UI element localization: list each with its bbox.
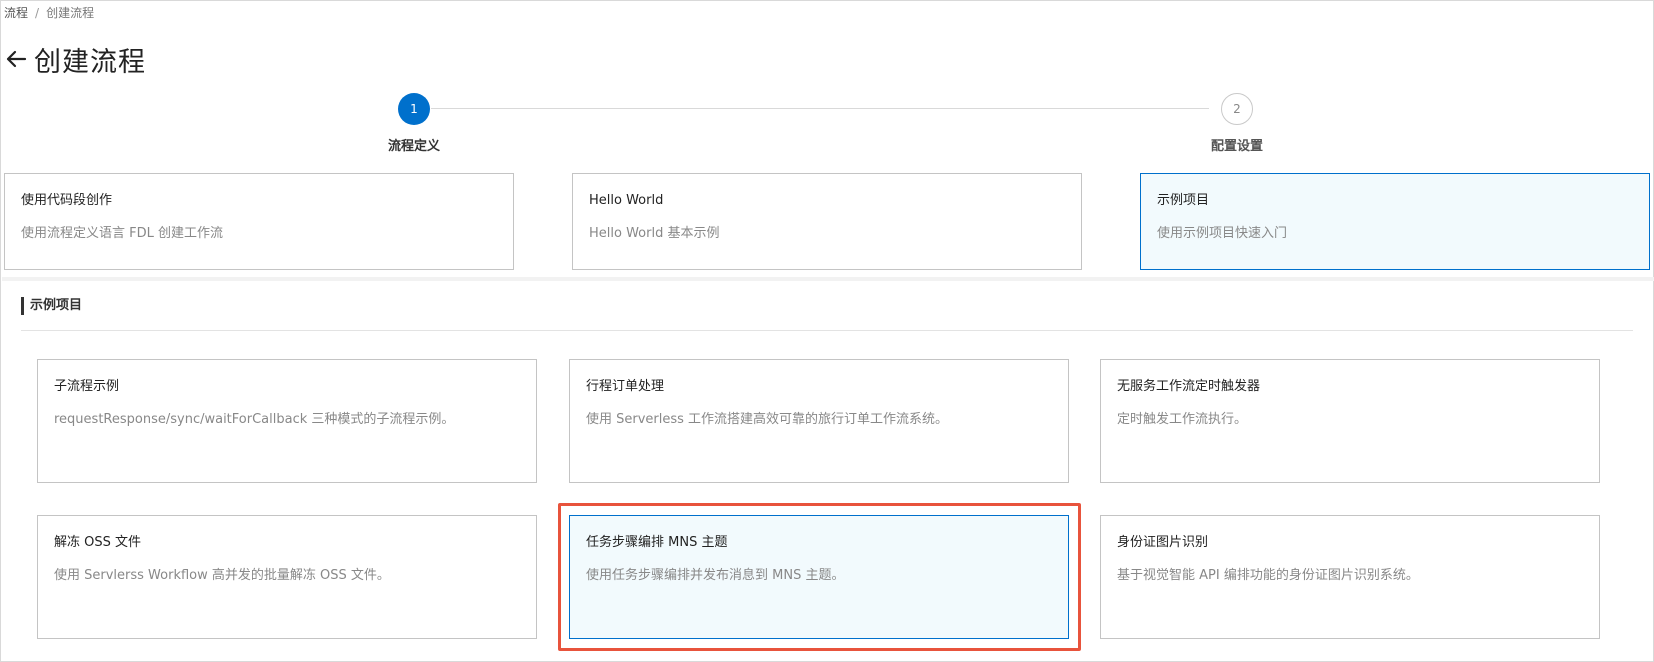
step-2: 2 配置设置 bbox=[1177, 93, 1297, 154]
card-description: requestResponse/sync/waitForCallback 三种模… bbox=[54, 412, 455, 427]
step-number-circle: 2 bbox=[1221, 93, 1253, 125]
section-divider bbox=[21, 330, 1633, 331]
example-card-id-card-recognition[interactable]: 身份证图片识别 基于视觉智能 API 编排功能的身份证图片识别系统。 bbox=[1100, 515, 1600, 639]
breadcrumb-link-flow[interactable]: 流程 bbox=[4, 6, 28, 20]
example-card-timer-trigger[interactable]: 无服务工作流定时触发器 定时触发工作流执行。 bbox=[1100, 359, 1600, 483]
page-frame: 流程 / 创建流程 创建流程 1 流程定义 2 配置设置 使用代码段创作 使用流程定… bbox=[0, 0, 1654, 662]
example-card-trip-order[interactable]: 行程订单处理 使用 Serverless 工作流搭建高效可靠的旅行订单工作流系统… bbox=[569, 359, 1069, 483]
card-description: 基于视觉智能 API 编排功能的身份证图片识别系统。 bbox=[1117, 568, 1419, 583]
card-title: 身份证图片识别 bbox=[1117, 535, 1209, 550]
option-card-sample-project[interactable]: 示例项目 使用示例项目快速入门 bbox=[1140, 173, 1650, 270]
card-description: 使用示例项目快速入门 bbox=[1157, 226, 1288, 241]
steps-connector-line bbox=[431, 108, 1209, 109]
example-card-subflow[interactable]: 子流程示例 requestResponse/sync/waitForCallba… bbox=[37, 359, 537, 483]
title-row: 创建流程 bbox=[4, 39, 146, 79]
card-title: 使用代码段创作 bbox=[21, 193, 113, 208]
breadcrumb-current: 创建流程 bbox=[46, 6, 95, 20]
card-title: 行程订单处理 bbox=[586, 379, 665, 394]
card-title: 解冻 OSS 文件 bbox=[54, 535, 142, 550]
card-title: 无服务工作流定时触发器 bbox=[1117, 379, 1261, 394]
card-description: 使用 Serverless 工作流搭建高效可靠的旅行订单工作流系统。 bbox=[586, 412, 949, 427]
card-title: Hello World bbox=[589, 193, 664, 208]
section-separator bbox=[2, 277, 1654, 281]
example-card-oss-restore[interactable]: 解冻 OSS 文件 使用 Servlerss Workflow 高并发的批量解冻… bbox=[37, 515, 537, 639]
card-description: Hello World 基本示例 bbox=[589, 226, 720, 241]
card-title: 示例项目 bbox=[1157, 193, 1210, 208]
example-card-mns-topic[interactable]: 任务步骤编排 MNS 主题 使用任务步骤编排并发布消息到 MNS 主题。 bbox=[569, 515, 1069, 639]
card-title: 子流程示例 bbox=[54, 379, 120, 394]
card-description: 使用流程定义语言 FDL 创建工作流 bbox=[21, 226, 223, 241]
option-card-code-snippet[interactable]: 使用代码段创作 使用流程定义语言 FDL 创建工作流 bbox=[4, 173, 514, 270]
card-description: 定时触发工作流执行。 bbox=[1117, 412, 1248, 427]
step-1: 1 流程定义 bbox=[354, 93, 474, 154]
card-title: 任务步骤编排 MNS 主题 bbox=[586, 535, 728, 550]
page-title: 创建流程 bbox=[34, 46, 146, 78]
card-description: 使用任务步骤编排并发布消息到 MNS 主题。 bbox=[586, 568, 845, 583]
step-label: 配置设置 bbox=[1210, 139, 1263, 154]
step-number-circle: 1 bbox=[398, 93, 430, 125]
breadcrumb: 流程 / 创建流程 bbox=[4, 5, 94, 21]
arrow-left-icon[interactable] bbox=[4, 47, 28, 71]
step-label: 流程定义 bbox=[387, 139, 440, 154]
card-description: 使用 Servlerss Workflow 高并发的批量解冻 OSS 文件。 bbox=[54, 568, 390, 583]
option-card-hello-world[interactable]: Hello World Hello World 基本示例 bbox=[572, 173, 1082, 270]
breadcrumb-separator: / bbox=[35, 6, 40, 20]
section-title: 示例项目 bbox=[21, 297, 82, 315]
